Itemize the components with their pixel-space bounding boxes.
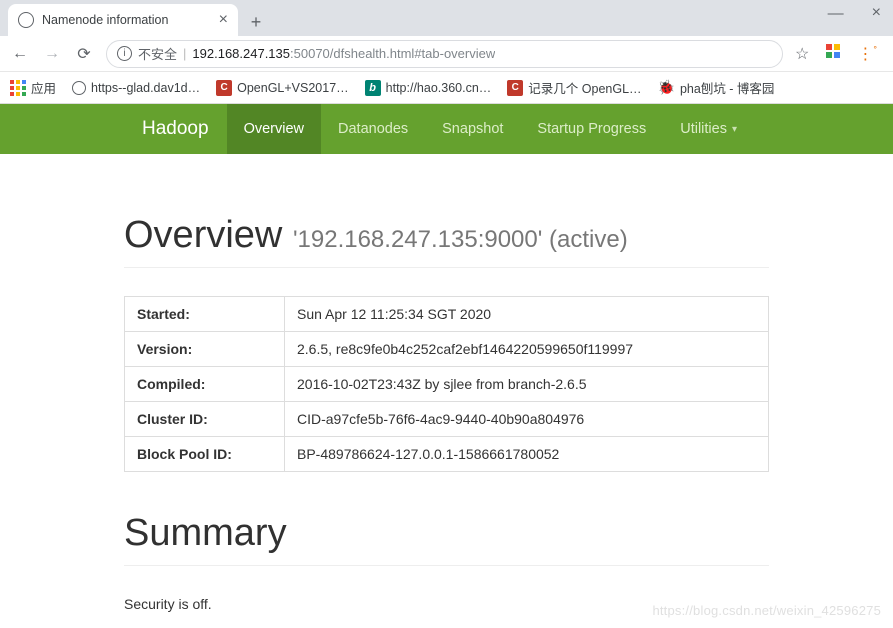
site-info-icon[interactable]: i [117, 46, 132, 61]
globe-icon [72, 81, 86, 95]
bug-icon: 🐞 [658, 79, 675, 96]
nav-snapshot[interactable]: Snapshot [425, 104, 520, 154]
page-content: Overview '192.168.247.135:9000' (active)… [0, 154, 893, 612]
extension-icon-2[interactable]: ⋮° [857, 44, 877, 64]
overview-heading: Overview '192.168.247.135:9000' (active) [124, 214, 769, 257]
bookmark-item[interactable]: bhttp://hao.360.cn… [365, 80, 492, 96]
row-val: Sun Apr 12 11:25:34 SGT 2020 [285, 297, 769, 332]
new-tab-button[interactable]: + [242, 8, 270, 36]
browser-tab-active[interactable]: Namenode information × [8, 4, 238, 36]
browser-tabbar: Namenode information × + [0, 0, 893, 36]
table-row: Block Pool ID:BP-489786624-127.0.0.1-158… [125, 437, 769, 472]
apps-shortcut[interactable]: 应用 [10, 78, 56, 97]
row-key: Cluster ID: [125, 402, 285, 437]
url-text: 192.168.247.135:50070/dfshealth.html#tab… [192, 46, 495, 61]
watermark-text: https://blog.csdn.net/weixin_42596275 [652, 603, 881, 618]
bookmarks-bar: 应用 https--glad.dav1d… COpenGL+VS2017… bh… [0, 72, 893, 104]
row-key: Compiled: [125, 367, 285, 402]
table-row: Started:Sun Apr 12 11:25:34 SGT 2020 [125, 297, 769, 332]
hadoop-navbar: Hadoop Overview Datanodes Snapshot Start… [0, 104, 893, 154]
tab-close-icon[interactable]: × [219, 11, 228, 29]
window-minimize-icon[interactable]: — [828, 6, 844, 22]
url-input[interactable]: i 不安全 | 192.168.247.135:50070/dfshealth.… [106, 40, 783, 68]
heading-divider [124, 267, 769, 268]
extension-icon-1[interactable] [825, 43, 841, 64]
heading-divider [124, 565, 769, 566]
table-row: Compiled:2016-10-02T23:43Z by sjlee from… [125, 367, 769, 402]
row-val: 2016-10-02T23:43Z by sjlee from branch-2… [285, 367, 769, 402]
row-val: 2.6.5, re8c9fe0b4c252caf2ebf146422059965… [285, 332, 769, 367]
nav-datanodes[interactable]: Datanodes [321, 104, 425, 154]
table-row: Version:2.6.5, re8c9fe0b4c252caf2ebf1464… [125, 332, 769, 367]
row-val: CID-a97cfe5b-76f6-4ac9-9440-40b90a804976 [285, 402, 769, 437]
window-close-icon[interactable]: × [872, 5, 881, 21]
bing-icon: b [365, 80, 381, 96]
nav-utilities[interactable]: Utilities▾ [663, 104, 754, 154]
table-row: Cluster ID:CID-a97cfe5b-76f6-4ac9-9440-4… [125, 402, 769, 437]
row-key: Version: [125, 332, 285, 367]
row-key: Started: [125, 297, 285, 332]
window-controls: — × [828, 6, 881, 22]
nav-forward-button[interactable]: → [42, 44, 62, 64]
chevron-down-icon: ▾ [732, 124, 737, 135]
browser-addressbar: ← → ⟳ i 不安全 | 192.168.247.135:50070/dfsh… [0, 36, 893, 72]
url-divider: | [183, 46, 186, 61]
nav-overview[interactable]: Overview [227, 104, 321, 154]
bookmark-star-icon[interactable]: ☆ [795, 44, 809, 64]
bookmark-item[interactable]: COpenGL+VS2017… [216, 80, 349, 96]
insecure-label: 不安全 [138, 44, 177, 63]
nav-back-button[interactable]: ← [10, 44, 30, 64]
red-square-icon: C [507, 80, 523, 96]
brand-label[interactable]: Hadoop [124, 104, 227, 154]
bookmark-item[interactable]: https--glad.dav1d… [72, 81, 200, 95]
tab-favicon-globe-icon [18, 12, 34, 28]
summary-heading: Summary [124, 512, 769, 555]
nav-reload-button[interactable]: ⟳ [74, 44, 94, 64]
overview-table: Started:Sun Apr 12 11:25:34 SGT 2020 Ver… [124, 296, 769, 472]
nav-startup-progress[interactable]: Startup Progress [520, 104, 663, 154]
tab-title: Namenode information [42, 13, 168, 27]
bookmark-item[interactable]: C记录几个 OpenGL… [507, 78, 641, 97]
row-key: Block Pool ID: [125, 437, 285, 472]
apps-icon [10, 80, 26, 96]
bookmark-item[interactable]: 🐞pha刨坑 - 博客园 [658, 78, 775, 97]
overview-subheading: '192.168.247.135:9000' (active) [293, 226, 628, 253]
addr-right-icons: ☆ ⋮° [795, 43, 883, 64]
red-square-icon: C [216, 80, 232, 96]
row-val: BP-489786624-127.0.0.1-1586661780052 [285, 437, 769, 472]
